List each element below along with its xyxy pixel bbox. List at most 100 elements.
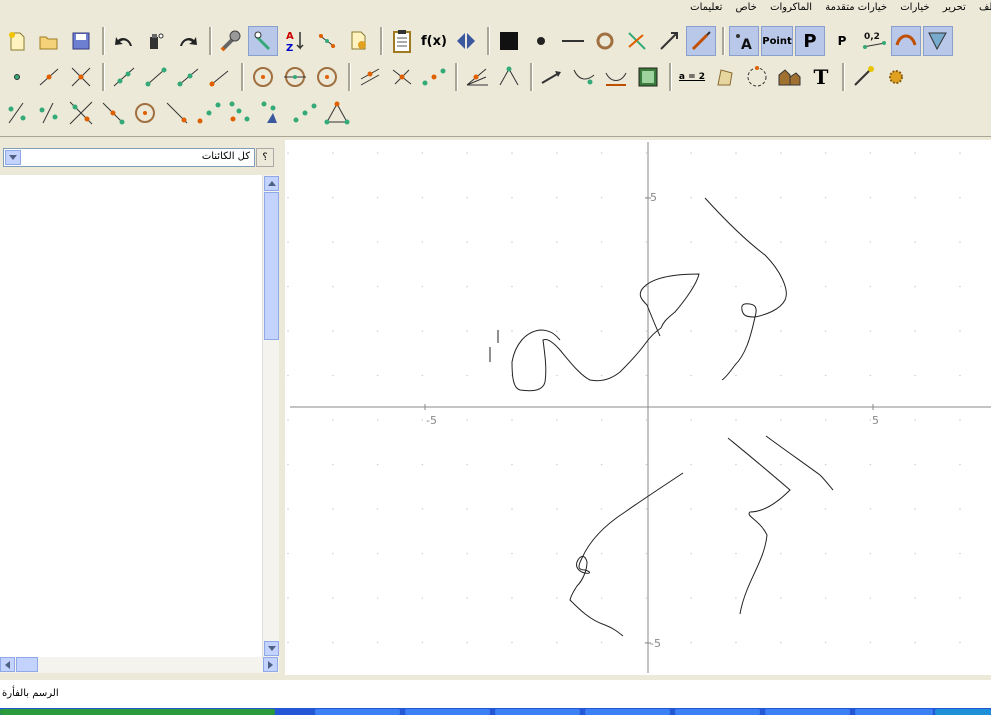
symmetric-point-button[interactable] <box>2 98 32 128</box>
symmetry-button[interactable] <box>451 26 481 56</box>
polygon-button[interactable] <box>710 62 740 92</box>
scroll-right-button[interactable] <box>263 657 278 672</box>
tangent-button[interactable] <box>162 98 192 128</box>
redo-button[interactable] <box>173 26 203 56</box>
arc-style-button[interactable] <box>891 26 921 56</box>
taskbar-item[interactable] <box>495 709 580 715</box>
text-tool-button[interactable]: T <box>806 62 836 92</box>
number-format-button[interactable]: 0,2 <box>859 26 889 56</box>
dilation-button[interactable] <box>194 98 224 128</box>
calculator-button[interactable]: a = 2 <box>676 62 708 92</box>
label-button[interactable]: A <box>729 26 759 56</box>
locus-points-button[interactable] <box>226 98 256 128</box>
taskbar-item[interactable] <box>315 709 400 715</box>
point-size-button[interactable] <box>526 26 556 56</box>
intersection-button[interactable] <box>66 62 96 92</box>
small-p-button[interactable]: P <box>827 26 857 56</box>
function-button[interactable]: f(x) <box>419 26 449 56</box>
horizontal-scrollbar[interactable] <box>0 657 279 673</box>
undo-button[interactable] <box>109 26 139 56</box>
angle-bisector-button[interactable] <box>462 62 492 92</box>
taskbar-item[interactable] <box>585 709 670 715</box>
settings-button[interactable] <box>881 62 911 92</box>
regular-polygon-button[interactable] <box>742 62 772 92</box>
translation-button[interactable] <box>537 62 567 92</box>
parallel-line-button[interactable] <box>355 62 385 92</box>
rotation-button[interactable] <box>601 62 631 92</box>
segment-cross-button[interactable] <box>66 98 96 128</box>
save-button[interactable] <box>66 26 96 56</box>
perpendicular-line-button[interactable] <box>387 62 417 92</box>
scroll-up-button[interactable] <box>264 176 279 191</box>
animation-button[interactable] <box>633 62 663 92</box>
menu-help[interactable]: تعليمات <box>685 0 727 15</box>
point-on-object-button[interactable] <box>34 62 64 92</box>
objects-list[interactable] <box>0 175 262 657</box>
open-file-button[interactable] <box>34 26 64 56</box>
geometry-view[interactable]: -5 5 5 -5 <box>285 140 991 675</box>
segment-tool-button[interactable] <box>141 62 171 92</box>
vertical-scrollbar[interactable] <box>262 175 279 657</box>
circle-center-point-button[interactable] <box>248 62 278 92</box>
angle-style-button[interactable] <box>923 26 953 56</box>
style-tool-button[interactable] <box>248 26 278 56</box>
angle-tool-button[interactable] <box>494 62 524 92</box>
macro-button[interactable] <box>344 26 374 56</box>
freehand-stroke[interactable] <box>704 197 787 381</box>
help-button[interactable]: ؟ <box>256 148 274 167</box>
menu-advanced-options[interactable]: خيارات متقدمة <box>820 0 892 15</box>
circle-point-button[interactable] <box>130 98 160 128</box>
menu-options[interactable]: خيارات <box>895 0 934 15</box>
vertical-scroll-thumb[interactable] <box>264 192 279 340</box>
delete-button[interactable] <box>141 26 171 56</box>
magic-wand-button[interactable] <box>849 62 879 92</box>
properties-button[interactable] <box>216 26 246 56</box>
horizontal-scroll-thumb[interactable] <box>16 657 38 672</box>
taskbar-item[interactable] <box>765 709 850 715</box>
line-tool-button[interactable] <box>109 62 139 92</box>
freehand-stroke[interactable] <box>569 472 684 637</box>
vector-tool-button[interactable] <box>205 62 235 92</box>
taskbar-item[interactable] <box>675 709 760 715</box>
new-file-button[interactable] <box>2 26 32 56</box>
drawing-canvas[interactable]: -5 5 5 -5 <box>285 140 991 675</box>
vector-sum-button[interactable] <box>258 98 288 128</box>
triangle-button[interactable] <box>322 98 352 128</box>
axial-symmetry-button[interactable] <box>34 98 64 128</box>
fill-color-button[interactable] <box>494 26 524 56</box>
inverse-point-button[interactable] <box>290 98 320 128</box>
clipboard-button[interactable] <box>387 26 417 56</box>
point-label-button[interactable]: Point <box>761 26 793 56</box>
menu-file[interactable]: ملف <box>974 0 991 15</box>
axes-button[interactable] <box>622 26 652 56</box>
freehand-stroke[interactable] <box>489 330 499 362</box>
circle-radius-button[interactable] <box>280 62 310 92</box>
pen-tool-button[interactable] <box>686 26 716 56</box>
taskbar-item[interactable] <box>405 709 490 715</box>
line-style-button[interactable] <box>558 26 588 56</box>
line-through-point-button[interactable] <box>98 98 128 128</box>
menu-edit[interactable]: تحرير <box>938 0 971 15</box>
scroll-left-button[interactable] <box>0 657 15 672</box>
scroll-down-button[interactable] <box>264 641 279 656</box>
objects-filter-combo[interactable]: كل الكائنات <box>3 148 255 167</box>
locus-button[interactable] <box>312 26 342 56</box>
macro-tool-button[interactable] <box>774 62 804 92</box>
combo-dropdown-button[interactable] <box>5 150 21 165</box>
menu-macros[interactable]: الماكروات <box>765 0 817 15</box>
menu-special[interactable]: خاص <box>731 0 762 15</box>
freehand-stroke[interactable] <box>511 273 700 392</box>
freehand-stroke[interactable] <box>741 303 757 318</box>
ray-tool-button[interactable] <box>173 62 203 92</box>
freehand-stroke[interactable] <box>765 435 834 491</box>
sort-button[interactable]: AZ <box>280 26 310 56</box>
big-p-button[interactable]: P <box>795 26 825 56</box>
midpoint-button[interactable] <box>419 62 449 92</box>
vector-style-button[interactable] <box>654 26 684 56</box>
circle-three-points-button[interactable] <box>312 62 342 92</box>
reflection-button[interactable] <box>569 62 599 92</box>
circle-style-button[interactable] <box>590 26 620 56</box>
start-button[interactable] <box>0 709 275 715</box>
taskbar-item[interactable] <box>855 709 933 715</box>
point-tool-button[interactable] <box>2 62 32 92</box>
